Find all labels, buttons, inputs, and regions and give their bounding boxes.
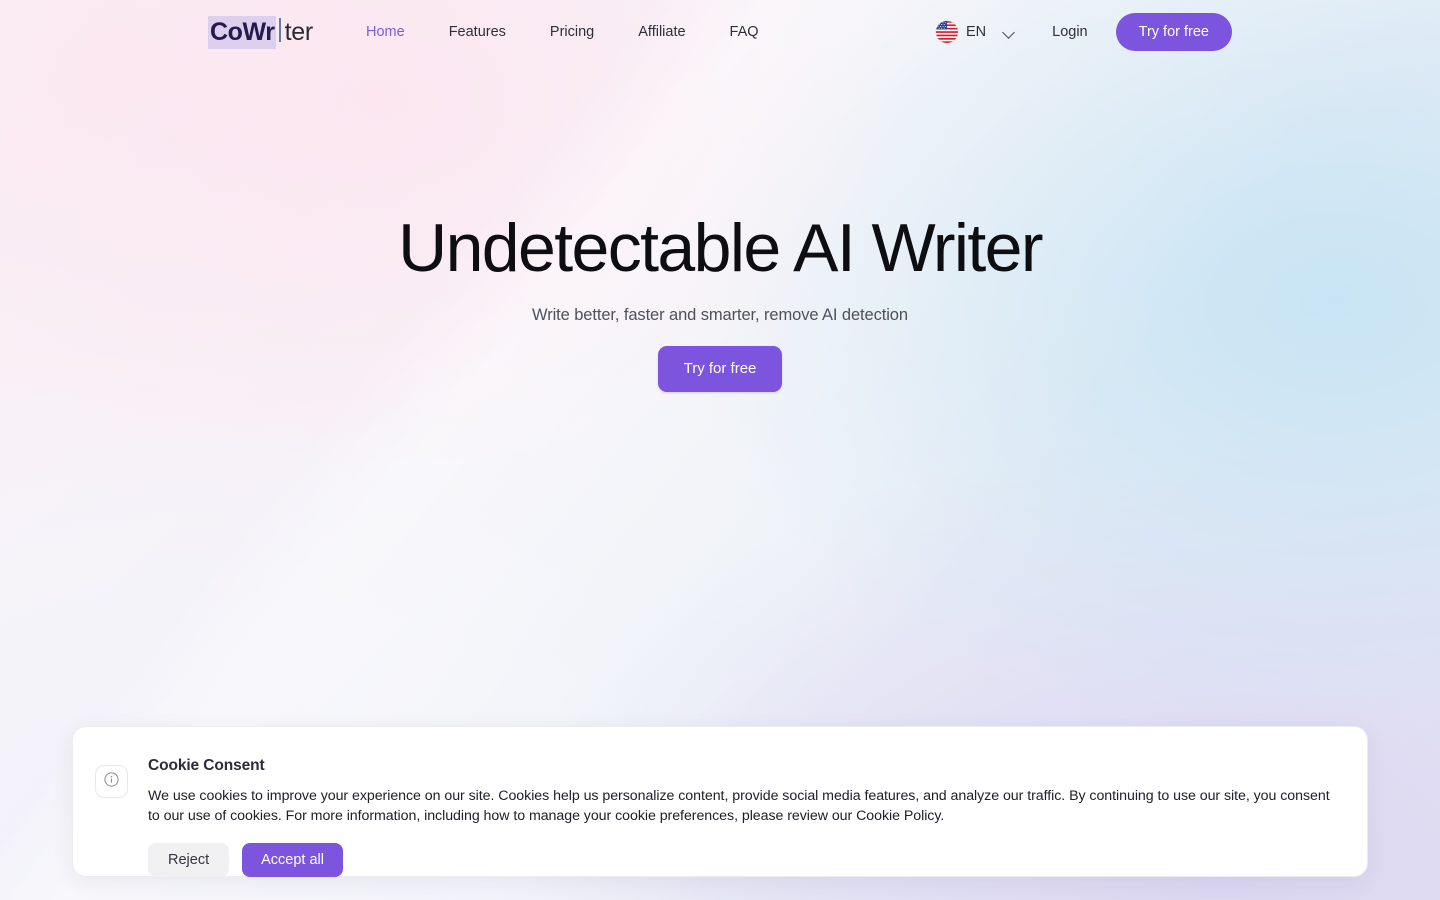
cookie-accept-all-button[interactable]: Accept all (242, 843, 343, 877)
text-caret-icon (278, 18, 281, 42)
language-label: EN (965, 24, 987, 40)
language-selector[interactable]: EN (932, 15, 1020, 49)
chevron-down-icon (1002, 25, 1016, 39)
logo-tail-text: ter (284, 18, 314, 46)
logo-mark-text: CoWr (208, 16, 276, 49)
cookie-consent-title: Cookie Consent (148, 757, 265, 774)
cookie-consent-banner: Cookie Consent We use cookies to improve… (72, 726, 1368, 877)
login-link[interactable]: Login (1042, 18, 1097, 46)
header-try-for-free-button[interactable]: Try for free (1115, 13, 1232, 51)
cookie-consent-text: We use cookies to improve your experienc… (148, 788, 1330, 824)
hero-try-for-free-button[interactable]: Try for free (657, 346, 783, 392)
cookie-consent-actions: Reject Accept all (148, 843, 1343, 877)
page-title: Undetectable AI Writer (398, 210, 1043, 286)
us-flag-icon (935, 21, 958, 43)
site-header: CoWr ter Home Features Pricing Affiliate… (0, 0, 1440, 64)
info-circle-icon (103, 771, 120, 793)
logo[interactable]: CoWr ter (208, 16, 314, 49)
nav-item-affiliate[interactable]: Affiliate (616, 16, 707, 48)
hero-cta-container: Try for free (0, 346, 1440, 392)
header-actions: EN Login Try for free (932, 0, 1232, 64)
nav-item-home[interactable]: Home (344, 16, 427, 48)
main-navigation: Home Features Pricing Affiliate FAQ (344, 0, 781, 64)
cookie-consent-content: Cookie Consent We use cookies to improve… (148, 745, 1343, 877)
nav-item-pricing[interactable]: Pricing (528, 16, 616, 48)
nav-item-faq[interactable]: FAQ (708, 16, 781, 48)
cookie-icon-container (95, 765, 128, 798)
nav-item-features[interactable]: Features (427, 16, 528, 48)
hero-subtitle: Write better, faster and smarter, remove… (532, 306, 908, 324)
cookie-reject-button[interactable]: Reject (148, 843, 230, 877)
